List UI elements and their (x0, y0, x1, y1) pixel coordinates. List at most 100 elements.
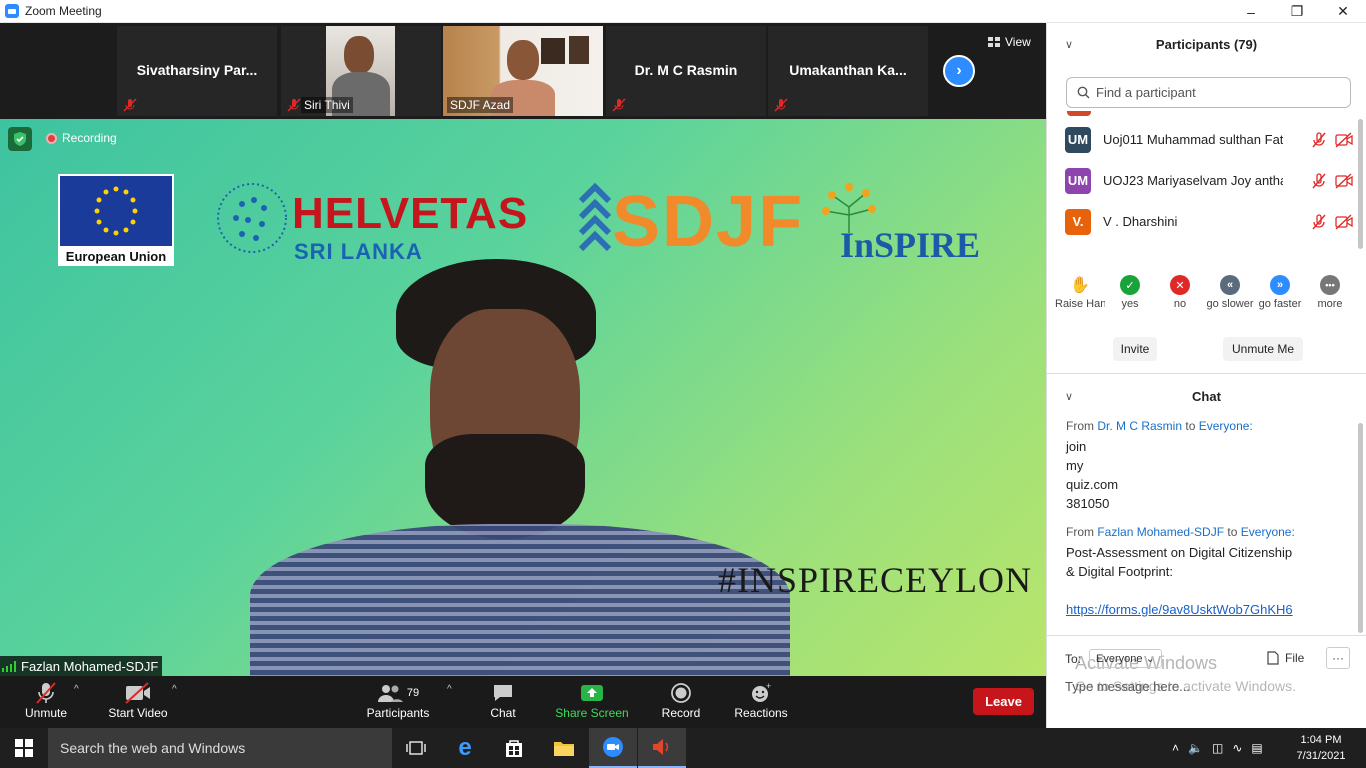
participant-name: UOJ23 Mariyaselvam Joy anthany (1103, 173, 1283, 188)
to-prefix: to (1227, 525, 1238, 539)
active-speaker-video: Recording European Union HELVETAS SRI LA… (0, 119, 1046, 676)
chat-link[interactable]: https://forms.gle/9av8UsktWob7GhKH6 (1066, 600, 1351, 619)
next-page-button[interactable]: › (943, 55, 975, 87)
wifi-icon[interactable]: ∿ (1232, 741, 1242, 755)
recipient-dropdown[interactable]: Everyone ⌄ (1089, 649, 1162, 668)
chat-button[interactable]: Chat (480, 680, 526, 720)
volume-icon[interactable]: 🔈 (1188, 741, 1203, 755)
video-options-caret-icon[interactable]: ^ (172, 684, 177, 695)
invite-button[interactable]: Invite (1113, 337, 1157, 361)
leave-button[interactable]: Leave (973, 688, 1034, 715)
more-reactions-button[interactable]: ••• more (1305, 275, 1355, 310)
chevron-up-icon[interactable]: ˄ (1172, 741, 1179, 755)
chat-more-button[interactable]: ··· (1326, 647, 1350, 669)
avatar: UM (1065, 167, 1091, 194)
media-player-button[interactable] (638, 728, 686, 768)
edge-icon: e (458, 734, 472, 761)
chat-icon (494, 685, 512, 701)
file-explorer-button[interactable] (540, 728, 588, 768)
chat-sender[interactable]: Dr. M C Rasmin (1097, 419, 1182, 433)
reactions-button[interactable]: + Reactions (731, 680, 791, 720)
avatar: V. (1065, 208, 1091, 235)
no-button[interactable]: ✕ no (1155, 275, 1205, 310)
participants-caret-icon[interactable]: ^ (447, 684, 452, 695)
thumbnail-name: Sivatharsiny Par... (136, 62, 258, 78)
yes-check-icon: ✓ (1120, 275, 1140, 295)
chat-message-header: From Fazlan Mohamed-SDJF to Everyone: (1066, 525, 1351, 539)
participant-row[interactable]: UM UOJ23 Mariyaselvam Joy anthany (1047, 160, 1357, 201)
record-button[interactable]: Record (657, 680, 705, 720)
system-tray: ˄ 🔈 ◫ ∿ ▤ (1172, 728, 1263, 768)
file-label: File (1285, 651, 1305, 665)
chat-sender[interactable]: Fazlan Mohamed-SDJF (1097, 525, 1224, 539)
meeting-area: Sivatharsiny Par... Siri Thivi SDJF Azad… (0, 23, 1046, 676)
partial-avatar (1067, 111, 1091, 116)
participant-row[interactable]: V. V . Dharshini (1047, 201, 1357, 242)
speaker-icon (653, 739, 669, 755)
go-faster-button[interactable]: » go faster (1255, 275, 1305, 310)
chat-line: 381050 (1066, 496, 1110, 511)
search-placeholder: Find a participant (1096, 85, 1196, 100)
security-shield-icon[interactable] (8, 127, 32, 151)
mic-muted-icon (774, 98, 788, 112)
participants-scrollbar[interactable] (1358, 119, 1363, 249)
network-icon[interactable]: ◫ (1212, 741, 1223, 755)
audio-options-caret-icon[interactable]: ^ (74, 684, 79, 695)
go-faster-label: go faster (1258, 298, 1302, 310)
clock-date: 7/31/2021 (1296, 750, 1346, 762)
task-view-button[interactable] (392, 728, 440, 768)
record-label: Record (661, 706, 701, 720)
helvetas-logo-text: HELVETAS (292, 189, 529, 238)
speaker-figure (390, 259, 600, 539)
chat-scrollbar[interactable] (1358, 423, 1363, 633)
video-off-icon (1335, 173, 1353, 189)
window-controls: – ❐ ✕ (1228, 0, 1366, 23)
edge-browser-button[interactable]: e (441, 728, 489, 768)
chat-line: my (1066, 458, 1084, 473)
notifications-icon[interactable]: ▤ (1251, 741, 1262, 755)
share-screen-button[interactable]: Share Screen (553, 680, 631, 720)
restore-icon[interactable]: ❐ (1274, 0, 1320, 23)
meeting-toolbar: Unmute ^ Start Video ^ 79 Participants ^… (0, 676, 1046, 728)
thumbnail-name: SDJF Azad (447, 97, 514, 113)
raise-hand-button[interactable]: ✋ Raise Hand (1055, 275, 1105, 310)
thumbnail-participant[interactable]: Umakanthan Ka... (768, 26, 928, 116)
store-button[interactable] (490, 728, 538, 768)
more-dots-icon: ••• (1320, 275, 1340, 295)
participants-label: Participants (366, 706, 430, 720)
to-label: To: (1065, 651, 1082, 666)
view-button[interactable]: View (988, 35, 1031, 49)
file-icon (1267, 651, 1279, 665)
thumbnail-participant[interactable]: Sivatharsiny Par... (117, 26, 277, 116)
start-button[interactable] (0, 728, 48, 768)
nonverbal-feedback-bar: ✋ Raise Hand ✓ yes ✕ no « go slower » go… (1055, 275, 1355, 310)
close-icon[interactable]: ✕ (1320, 0, 1366, 23)
file-button[interactable]: File (1267, 651, 1304, 665)
thumbnail-participant[interactable]: Dr. M C Rasmin (606, 26, 766, 116)
thumbnail-participant[interactable]: Siri Thivi (281, 26, 441, 116)
unmute-me-button[interactable]: Unmute Me (1223, 337, 1303, 361)
side-panel: ∨ Participants (79) Find a participant U… (1046, 23, 1366, 728)
zoom-taskbar-button[interactable] (589, 728, 637, 768)
mic-muted-icon (612, 98, 626, 112)
minimize-icon[interactable]: – (1228, 0, 1274, 23)
start-video-button[interactable]: Start Video (104, 680, 172, 720)
thumbnail-name: Siri Thivi (301, 97, 353, 113)
mic-muted-icon (1312, 173, 1326, 189)
participants-button[interactable]: 79 Participants (362, 680, 434, 720)
participant-row[interactable]: UM Uoj011 Muhammad sulthan Fat... (1047, 119, 1357, 160)
eu-label: European Union (65, 249, 167, 264)
window-title: Zoom Meeting (25, 4, 102, 18)
yes-button[interactable]: ✓ yes (1105, 275, 1155, 310)
participant-list: UM Uoj011 Muhammad sulthan Fat... UM UOJ… (1047, 119, 1357, 242)
windows-logo-icon (15, 739, 33, 757)
chat-line: join (1066, 439, 1087, 454)
unmute-button[interactable]: Unmute (20, 680, 72, 720)
taskbar-search-input[interactable]: Search the web and Windows (48, 728, 392, 768)
eu-flag (60, 176, 172, 246)
thumbnail-participant[interactable]: SDJF Azad (443, 26, 603, 116)
globe-icon (217, 183, 287, 253)
participant-search-input[interactable]: Find a participant (1066, 77, 1351, 108)
go-slower-button[interactable]: « go slower (1205, 275, 1255, 310)
taskbar-clock[interactable]: 1:04 PM 7/31/2021 (1296, 732, 1346, 764)
